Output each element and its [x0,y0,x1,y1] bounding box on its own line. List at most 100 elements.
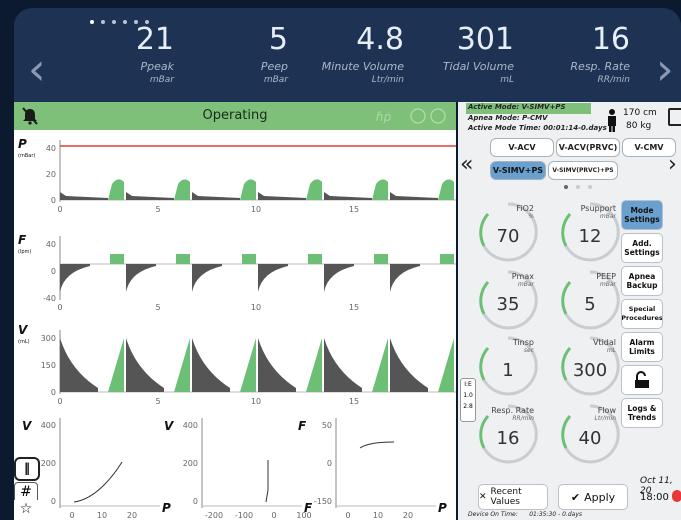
metric-tidal-volume: 301 Tidal Volume mL [442,22,514,86]
waveform-graphs: P(mBar)402000 5 10 15F(lpm)400-400 5 10 15V(mL… [18,137,456,520]
flow-expiration [126,264,156,292]
knob-vtidal[interactable]: Vtidal mL 300 [558,334,622,398]
page-dot[interactable] [101,20,105,24]
mode-v-acv[interactable]: V-ACV [490,138,554,157]
pressure-expiration [60,192,108,200]
alarm-limits-button[interactable]: Alarm Limits [621,332,663,362]
volume-expiration [390,338,428,392]
pressure-y-tick: 20 [46,170,56,179]
loop-x-tick: 20 [127,511,137,520]
nebulizer-icon[interactable]: ☆ [14,500,38,520]
pressure-expiration [390,192,438,200]
page-dot[interactable] [90,20,94,24]
loop-x-tick: 0 [345,511,350,520]
active-mode-text: Active Mode: V-SIMV+PS [468,103,566,111]
flow-breath [308,254,322,264]
apply-button[interactable]: ✔ Apply [558,484,628,510]
mode-v-acv-prvc[interactable]: V-ACV(PRVC) [556,138,620,157]
volume-breath [108,338,124,392]
volume-breath [438,338,454,392]
patient-height: 170 cm [623,108,657,118]
volume-expiration [192,338,230,392]
pause-icon[interactable]: ‖ [14,457,40,481]
pressure-x-tick: 5 [155,205,160,214]
volume-label: V [18,323,29,337]
mode-settings-button[interactable]: Mode Settings [621,200,663,230]
mode-v-simv-ps[interactable]: V-SIMV+PS [490,161,546,180]
knob-resp-rate[interactable]: Resp. Rate RR/min 16 [476,402,540,466]
check-icon: ✔ [570,490,581,504]
flow-breath [176,254,190,264]
power-icon[interactable] [672,490,681,502]
knob-peep[interactable]: PEEP mBar 5 [558,268,622,332]
loop-y-label: V [164,419,175,433]
apnea-mode-text: Apnea Mode: P-CMV [468,114,548,122]
metric-ppeak: 21 Ppeak mBar [135,22,174,86]
flow-x-tick: 0 [57,303,62,312]
loop-y-tick: 200 [183,459,198,468]
chevron-right-icon[interactable]: › [656,48,674,92]
apnea-backup-button[interactable]: Apnea Backup [621,266,663,296]
flow-breath [374,254,388,264]
volume-expiration [126,338,164,392]
unlock-icon [635,371,649,388]
knob-fio2[interactable]: FiO2 % 70 [476,200,540,264]
mode-page-indicator [564,185,592,189]
pressure-y-tick: 40 [46,144,56,153]
status-icons: ɦṗ [376,108,446,124]
flow-breath [110,254,124,264]
active-mode-time: Active Mode Time: 00:01:14-0.days [468,124,607,132]
special-procedures-button[interactable]: Special Procedures [621,299,663,329]
pressure-label: P [18,137,27,151]
loop-y-label: V [22,419,33,433]
add-settings-button[interactable]: Add. Settings [621,233,663,263]
logs-trends-button[interactable]: Logs & Trends [621,398,663,428]
loop-x-tick: 0 [69,511,74,520]
knob-pmax[interactable]: Pmax mBar 35 [476,268,540,332]
recent-values-button[interactable]: ✕ Recent Values [478,484,548,510]
pressure-x-tick: 0 [57,205,62,214]
lock-button[interactable] [621,365,663,395]
flow-x-tick: 15 [349,303,359,312]
edit-patient-icon[interactable] [668,108,681,126]
flow-x-tick: 5 [155,303,160,312]
pressure-breath [174,179,190,200]
volume-breath [372,338,388,392]
loop-y-tick: 0 [327,459,332,468]
pv-loop-curve [73,461,123,503]
volume-breath [306,338,322,392]
volume-expiration [258,338,296,392]
pressure-unit: (mBar) [18,153,35,159]
knob-tinsp[interactable]: Tinsp sec 1 [476,334,540,398]
page-dot[interactable] [588,185,592,189]
volume-breath [174,338,190,392]
loop-x-tick: 0 [271,511,276,520]
pressure-breath [372,179,388,200]
knob-flow[interactable]: Flow Ltr/min 40 [558,402,622,466]
page-dot[interactable] [576,185,580,189]
metric-peep: 5 Peep mBar [260,22,288,86]
loop-y-label: F [298,419,307,433]
mode-v-cmv[interactable]: V-CMV [622,138,676,157]
volume-y-tick: 0 [51,388,56,397]
mode-v-simv-prvc-ps[interactable]: V-SIMV(PRVC)+PS [548,161,618,180]
page-dot[interactable] [564,185,568,189]
loop-x-tick: 10 [97,511,107,520]
loop-x-label: P [162,501,171,515]
volume-expiration [324,338,362,392]
chevron-double-left-icon[interactable]: « [460,152,473,177]
flow-expiration [390,264,420,292]
volume-x-tick: 15 [349,397,359,406]
pressure-breath [438,179,454,200]
close-icon: ✕ [479,492,487,502]
hold-icon: ɦṗ [376,110,392,124]
volume-y-tick: 300 [41,334,56,343]
status-bar: Operating ɦṗ [14,102,456,130]
knob-psupport[interactable]: Psupport mBar 12 [558,200,622,264]
chevron-left-icon[interactable]: ‹ [28,48,46,92]
volume-unit: (mL) [18,339,30,345]
patient-icon [608,109,616,132]
pressure-breath [108,179,124,200]
volume-expiration [60,338,98,392]
volume-breath [240,338,256,392]
